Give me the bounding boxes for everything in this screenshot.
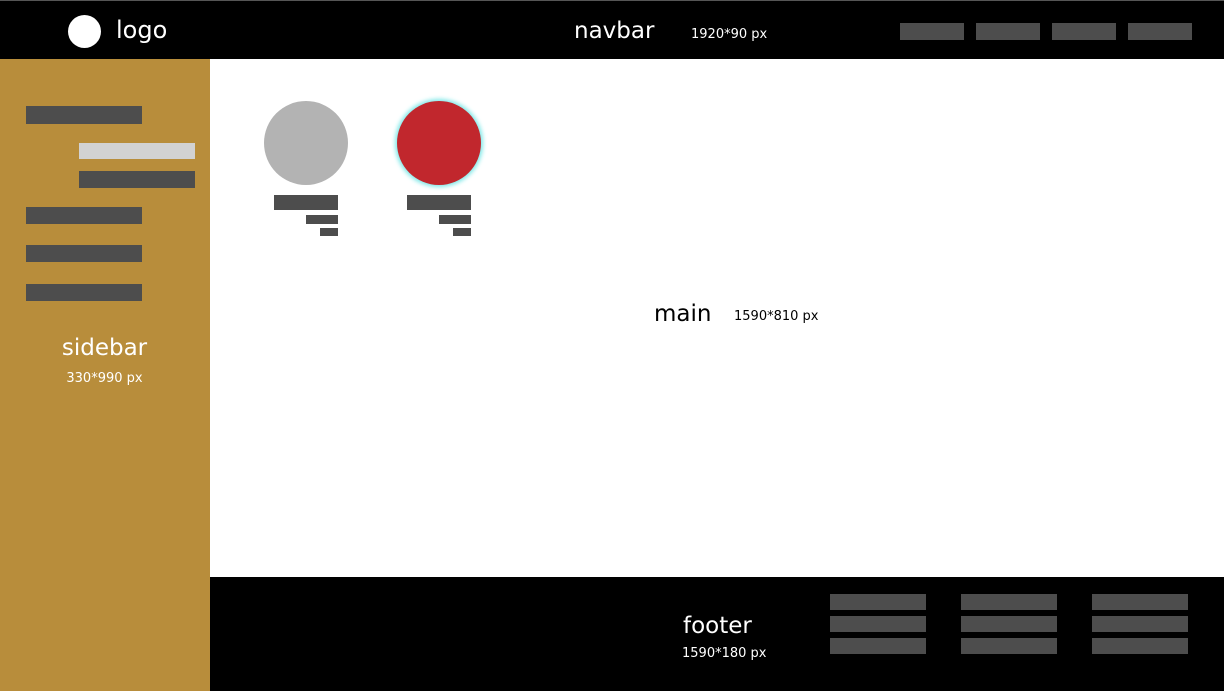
footer-link[interactable] xyxy=(1092,638,1188,654)
navbar-size-label: 1920*90 px xyxy=(691,27,768,42)
main-content: main 1590*810 px xyxy=(210,59,1224,577)
sidebar-size-label: 330*990 px xyxy=(66,371,143,386)
nav-link-2[interactable] xyxy=(976,23,1040,40)
sidebar-item-2[interactable] xyxy=(26,207,142,224)
card-selected[interactable] xyxy=(396,101,482,241)
footer-link[interactable] xyxy=(1092,594,1188,610)
footer-link[interactable] xyxy=(961,594,1057,610)
card-subtitle-bar xyxy=(439,215,471,224)
logo-icon[interactable] xyxy=(68,15,101,48)
nav-link-4[interactable] xyxy=(1128,23,1192,40)
footer-title: footer xyxy=(683,613,752,639)
card-default[interactable] xyxy=(263,101,349,241)
footer-link[interactable] xyxy=(830,616,926,632)
navbar-title: navbar xyxy=(574,18,655,44)
nav-links xyxy=(900,23,1192,40)
logo-label[interactable]: logo xyxy=(116,15,167,45)
main-size-label: 1590*810 px xyxy=(734,309,819,324)
sidebar-item-3[interactable] xyxy=(26,245,142,262)
card-title-bar xyxy=(274,195,338,210)
footer-column-1 xyxy=(830,594,926,660)
card-avatar-selected[interactable] xyxy=(397,101,481,185)
sidebar-title: sidebar xyxy=(61,335,148,361)
navbar: logo navbar 1920*90 px xyxy=(0,0,1224,59)
main-title: main xyxy=(654,301,712,327)
nav-link-1[interactable] xyxy=(900,23,964,40)
sidebar-subitem-active[interactable] xyxy=(79,143,195,159)
footer-link[interactable] xyxy=(961,616,1057,632)
nav-link-3[interactable] xyxy=(1052,23,1116,40)
card-title-bar xyxy=(407,195,471,210)
footer-link[interactable] xyxy=(830,594,926,610)
sidebar-subitem-2[interactable] xyxy=(79,171,195,188)
footer-link[interactable] xyxy=(830,638,926,654)
footer-column-2 xyxy=(961,594,1057,660)
card-avatar[interactable] xyxy=(264,101,348,185)
footer-size-label: 1590*180 px xyxy=(682,646,767,661)
card-meta-bar xyxy=(320,228,338,236)
sidebar-item-4[interactable] xyxy=(26,284,142,301)
footer: footer 1590*180 px xyxy=(210,577,1224,691)
footer-link[interactable] xyxy=(961,638,1057,654)
card-subtitle-bar xyxy=(306,215,338,224)
footer-link[interactable] xyxy=(1092,616,1188,632)
sidebar: sidebar 330*990 px xyxy=(0,59,210,691)
footer-column-3 xyxy=(1092,594,1188,660)
card-meta-bar xyxy=(453,228,471,236)
sidebar-item-1[interactable] xyxy=(26,106,142,124)
